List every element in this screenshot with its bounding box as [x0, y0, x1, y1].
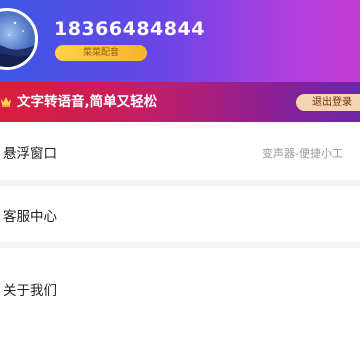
promo-text: 文字转语音,简单又轻松	[17, 94, 158, 110]
menu-item-label: 关于我们	[3, 283, 57, 299]
menu-item-about-us[interactable]: 关于我们	[0, 248, 360, 360]
vip-badge: 菜菜配音	[55, 45, 147, 61]
avatar-image	[0, 21, 35, 67]
phone-number: 18366484844	[54, 18, 205, 40]
profile-header: 18366484844 菜菜配音	[0, 0, 360, 82]
menu-item-label: 客服中心	[3, 209, 57, 225]
promo-banner[interactable]: 文字转语音,简单又轻松 退出登录	[0, 82, 360, 122]
menu-item-customer-service[interactable]: 客服中心	[0, 186, 360, 242]
menu-item-label: 悬浮窗口	[3, 146, 57, 162]
logout-button[interactable]: 退出登录	[296, 94, 360, 111]
avatar[interactable]	[0, 8, 38, 70]
menu-item-value: 变声器-便捷小工	[262, 147, 343, 160]
profile-screen: 18366484844 菜菜配音 文字转语音,简单又轻松 退出登录 悬浮窗口 变…	[0, 0, 360, 360]
crown-icon	[1, 97, 11, 107]
menu-item-floating-window[interactable]: 悬浮窗口 变声器-便捷小工	[0, 122, 360, 180]
